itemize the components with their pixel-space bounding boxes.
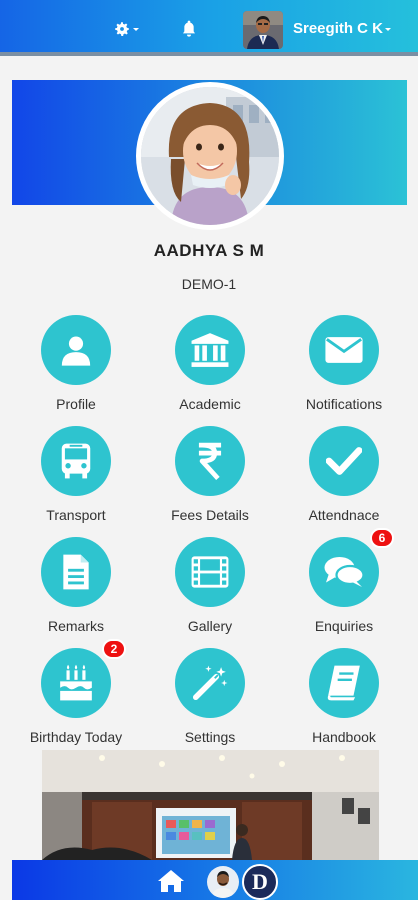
student-photo[interactable] [136, 82, 284, 230]
rupee-icon [198, 442, 222, 480]
menu-tile-birthday-today[interactable]: 2 Birthday Today [8, 639, 144, 745]
menu-tile-notifications[interactable]: Notifications [276, 315, 412, 412]
handbook-button[interactable] [309, 648, 379, 718]
chevron-down-icon [385, 27, 392, 31]
student-name: AADHYA S M [153, 241, 265, 260]
menu-tile-fees-details[interactable]: Fees Details [142, 426, 278, 523]
bottom-navbar: D [12, 860, 418, 900]
notifications-tile-button[interactable] [309, 315, 379, 385]
gear-icon [115, 22, 129, 36]
profile-button[interactable] [41, 315, 111, 385]
username-label: Sreegith C K [293, 20, 384, 37]
menu-tile-remarks[interactable]: Remarks [8, 537, 144, 634]
menu-label: Notifications [305, 396, 383, 412]
menu-label: Gallery [187, 618, 233, 634]
menu-label: Settings [184, 729, 236, 745]
menu-label: Enquiries [314, 618, 374, 634]
home-button[interactable] [157, 868, 185, 894]
academic-button[interactable] [175, 315, 245, 385]
book-icon [327, 665, 360, 701]
film-icon [191, 556, 229, 588]
menu-tile-gallery[interactable]: Gallery [142, 537, 278, 634]
remarks-button[interactable] [41, 537, 111, 607]
menu-label: Remarks [47, 618, 104, 634]
menu-tile-settings[interactable]: Settings [142, 648, 278, 745]
settings-tile-button[interactable] [175, 648, 245, 718]
student-class: DEMO-1 [181, 276, 237, 292]
menu-label: Profile [56, 396, 96, 412]
menu-tile-handbook[interactable]: Handbook [276, 648, 412, 745]
fees-details-button[interactable] [175, 426, 245, 496]
top-navbar: Sreegith C K [0, 0, 418, 56]
home-icon [158, 870, 184, 892]
assistant-avatar[interactable] [207, 866, 239, 898]
menu-label: Attendnace [308, 507, 380, 523]
enquiries-button[interactable] [309, 537, 379, 607]
envelope-icon [325, 337, 363, 363]
user-avatar[interactable] [243, 11, 283, 49]
menu-label: Academic [179, 396, 241, 412]
menu-tile-transport[interactable]: Transport [8, 426, 144, 523]
institution-icon [191, 333, 229, 367]
document-icon [63, 554, 89, 590]
check-icon [326, 447, 362, 475]
notifications-button[interactable] [181, 19, 199, 39]
menu-label: Transport [46, 507, 106, 523]
attendance-button[interactable] [309, 426, 379, 496]
bell-icon [183, 20, 195, 37]
menu-tile-academic[interactable]: Academic [142, 315, 278, 412]
menu-tile-attendance[interactable]: Attendnace [276, 426, 412, 523]
magic-wand-icon [192, 665, 228, 701]
brand-logo[interactable]: D [242, 864, 278, 900]
user-icon [61, 336, 91, 366]
chat-icon [324, 557, 365, 587]
transport-button[interactable] [41, 426, 111, 496]
menu-tile-profile[interactable]: Profile [8, 315, 144, 412]
menu-label: Handbook [312, 729, 376, 745]
chevron-down-icon [133, 27, 139, 31]
menu-label: Birthday Today [29, 729, 123, 745]
settings-dropdown[interactable] [113, 19, 143, 39]
user-menu[interactable]: Sreegith C K [293, 20, 392, 37]
event-photo[interactable] [42, 750, 379, 860]
birthday-cake-icon [60, 664, 92, 701]
birthday-count-badge: 2 [102, 639, 126, 659]
bus-icon [61, 443, 91, 479]
enquiries-count-badge: 6 [370, 528, 394, 548]
menu-label: Fees Details [171, 507, 249, 523]
menu-tile-enquiries[interactable]: 6 Enquiries [276, 528, 412, 634]
birthday-today-button[interactable] [41, 648, 111, 718]
gallery-button[interactable] [175, 537, 245, 607]
